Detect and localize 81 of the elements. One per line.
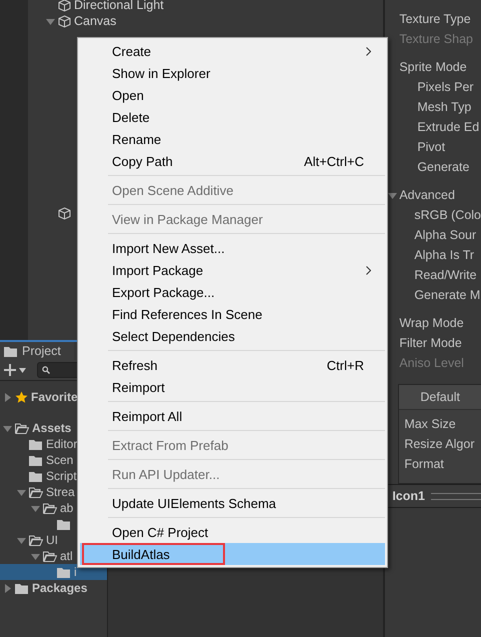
expanded-arrow-icon[interactable]	[2, 424, 12, 432]
field-label: Wrap Mode	[399, 316, 464, 330]
menu-item[interactable]: Rename	[80, 128, 385, 150]
menu-item[interactable]: Update UIElements Schema	[80, 492, 385, 514]
folder-tree-item[interactable]: Assets	[32, 421, 72, 435]
folder-icon	[29, 470, 43, 482]
field-label: Max Size	[404, 417, 456, 431]
expanded-arrow-icon[interactable]	[30, 504, 40, 512]
star-icon	[15, 390, 28, 404]
platform-tab[interactable]: Default	[399, 385, 481, 410]
open-folder-icon	[15, 422, 29, 434]
field-label: Filter Mode	[399, 336, 462, 350]
folder-tree-item[interactable]: atl	[60, 549, 73, 563]
menu-item[interactable]: Open C# Project	[80, 521, 385, 543]
cube-icon	[58, 0, 71, 12]
menu-item[interactable]: Select Dependencies	[80, 325, 385, 347]
expanded-arrow-icon[interactable]	[30, 552, 40, 560]
folder-tree-item[interactable]: ab	[60, 501, 74, 515]
expanded-arrow-icon[interactable]	[46, 16, 54, 26]
project-tab[interactable]: Project	[0, 342, 74, 360]
field-label: Texture Type	[399, 12, 471, 26]
open-folder-icon	[43, 502, 57, 514]
field-label: Generate	[417, 160, 470, 174]
folder-icon	[29, 454, 43, 466]
cube-icon	[58, 14, 71, 28]
folder-icon	[4, 346, 18, 356]
folder-tree-item[interactable]: UI	[46, 533, 58, 547]
field-label: Generate M	[414, 288, 480, 302]
folder-icon	[57, 566, 71, 578]
folder-tree-item[interactable]: Favorite	[31, 390, 78, 404]
menu-item[interactable]: Import Package	[80, 259, 385, 281]
cube-icon	[58, 206, 71, 220]
folder-icon	[57, 518, 71, 530]
menu-item[interactable]: Open	[80, 84, 385, 106]
menu-item[interactable]: Copy Path Alt+Ctrl+C	[80, 150, 385, 172]
asset-name: Icon1	[392, 489, 425, 503]
menu-item[interactable]: Delete	[80, 106, 385, 128]
folder-tree-item[interactable]: Editor	[46, 437, 78, 451]
foldout-label[interactable]: Advanced	[399, 188, 455, 202]
folder-icon	[15, 582, 29, 594]
menu-item[interactable]: BuildAtlas	[80, 543, 385, 565]
hierarchy-item[interactable]: Canvas	[74, 14, 116, 28]
field-label: sRGB (Colo	[414, 208, 481, 222]
folder-tree-item[interactable]: Scen	[46, 453, 74, 467]
field-label: Pivot	[417, 140, 446, 154]
collapsed-arrow-icon[interactable]	[2, 584, 12, 592]
field-label: Sprite Mode	[399, 60, 467, 74]
field-label: Texture Shap	[399, 32, 473, 46]
field-label: Pixels Per	[417, 80, 474, 94]
hierarchy-item[interactable]: Directional Light	[74, 0, 164, 12]
menu-item[interactable]: Export Package...	[80, 281, 385, 303]
folder-icon	[29, 438, 43, 450]
expanded-arrow-icon[interactable]	[16, 536, 26, 544]
field-label: Resize Algor	[404, 437, 474, 451]
expanded-arrow-icon[interactable]	[388, 190, 398, 200]
field-label: Read/Write	[414, 268, 477, 282]
menu-item[interactable]: Create	[80, 40, 385, 62]
field-label: Alpha Sour	[414, 228, 476, 242]
menu-item[interactable]: Refresh Ctrl+R	[80, 354, 385, 376]
menu-item[interactable]: Import New Asset...	[80, 237, 385, 259]
folder-tree-item[interactable]: i	[74, 565, 77, 579]
field-label: Mesh Typ	[417, 100, 472, 114]
expanded-arrow-icon[interactable]	[16, 488, 26, 496]
menu-item[interactable]: Reimport	[80, 376, 385, 398]
menu-item[interactable]: Find References In Scene	[80, 303, 385, 325]
folder-tree-item[interactable]: Script	[46, 469, 77, 483]
plus-icon[interactable]	[4, 364, 16, 376]
search-icon	[42, 366, 50, 374]
field-label: Alpha Is Tr	[414, 248, 474, 262]
field-label: Extrude Ed	[417, 120, 480, 134]
caret-icon[interactable]	[19, 368, 26, 372]
field-label: Format	[404, 457, 444, 471]
folder-tree-item[interactable]: Strea	[46, 485, 75, 499]
open-folder-icon	[43, 550, 57, 562]
open-folder-icon	[29, 534, 43, 546]
menu-item[interactable]: Show in Explorer	[80, 62, 385, 84]
folder-tree-item[interactable]: Packages	[32, 581, 88, 595]
field-label: Aniso Level	[399, 356, 464, 370]
collapsed-arrow-icon[interactable]	[2, 392, 12, 402]
menu-item[interactable]: Reimport All	[80, 405, 385, 427]
open-folder-icon	[29, 486, 43, 498]
